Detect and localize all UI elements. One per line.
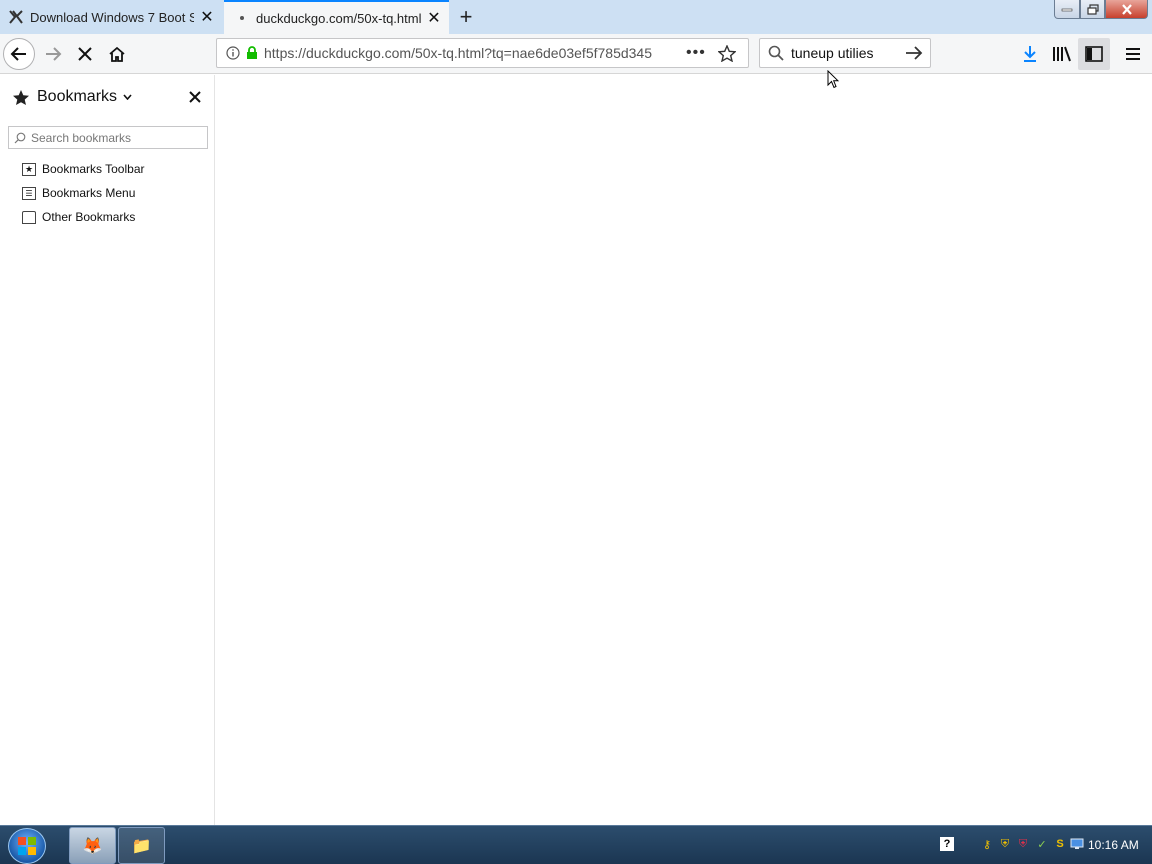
search-input[interactable]: tuneup utilies [791, 45, 899, 61]
stop-button[interactable] [69, 38, 101, 70]
star-folder-icon: ★ [22, 162, 36, 176]
taskbar-app-button[interactable]: 🦊 [69, 827, 116, 864]
info-icon[interactable] [226, 46, 240, 60]
forward-button[interactable] [37, 38, 69, 70]
bookmark-folder-label: Bookmarks Menu [42, 186, 136, 200]
library-button[interactable] [1046, 38, 1078, 70]
taskbar-clock[interactable]: 10:16 AM [1088, 838, 1139, 852]
close-sidebar-icon[interactable] [189, 91, 201, 103]
star-icon [12, 89, 30, 106]
bookmark-folder-label: Bookmarks Toolbar [42, 162, 145, 176]
tab-title: duckduckgo.com/50x-tq.html? [256, 10, 421, 26]
search-placeholder: Search bookmarks [31, 130, 132, 145]
s-app-icon[interactable]: S [1053, 837, 1067, 851]
minimize-button[interactable] [1054, 0, 1080, 19]
restore-button[interactable] [1080, 0, 1105, 19]
search-icon [14, 132, 26, 144]
page-actions-icon[interactable]: ••• [686, 44, 706, 62]
tab-title: Download Windows 7 Boot Scr [30, 9, 194, 25]
secure-lock-icon[interactable] [246, 46, 258, 60]
url-text: https://duckduckgo.com/50x-tq.html?tq=na… [264, 45, 652, 61]
display-icon[interactable] [1070, 837, 1084, 851]
windows-taskbar: 🦊 📁 ? ⚷ ⛨ ⛨ ✓ S 10:16 AM [0, 825, 1152, 864]
url-bar[interactable]: https://duckduckgo.com/50x-tq.html?tq=na… [216, 38, 749, 68]
bookmark-folder-menu[interactable]: ☰ Bookmarks Menu [22, 183, 135, 203]
x-logo-icon [8, 9, 24, 25]
key-icon[interactable]: ⚷ [980, 837, 994, 851]
bookmark-folder-other[interactable]: Other Bookmarks [22, 207, 135, 227]
search-go-icon[interactable] [905, 46, 923, 60]
back-button[interactable] [3, 38, 35, 70]
search-icon [768, 45, 784, 61]
bookmark-star-icon[interactable] [717, 44, 736, 62]
new-tab-button[interactable]: + [452, 3, 480, 31]
shield-icon[interactable]: ⛨ [998, 837, 1012, 851]
security-icon[interactable]: ⛨ [1016, 837, 1030, 851]
bookmarks-search-input[interactable]: Search bookmarks [8, 126, 208, 149]
downloads-button[interactable] [1014, 38, 1046, 70]
tab-strip: Download Windows 7 Boot Scr ✕ duckduckgo… [0, 0, 1152, 34]
sidebar-toggle-button[interactable] [1078, 38, 1110, 70]
taskbar-explorer-button[interactable]: 📁 [118, 827, 165, 864]
app-icon: 🦊 [82, 837, 103, 855]
loading-dot-icon [234, 10, 250, 26]
help-icon[interactable]: ? [940, 837, 954, 851]
close-window-button[interactable] [1105, 0, 1148, 19]
tab-download-windows[interactable]: Download Windows 7 Boot Scr ✕ [0, 0, 222, 34]
bookmark-folder-toolbar[interactable]: ★ Bookmarks Toolbar [22, 159, 145, 179]
folder-icon: 📁 [131, 837, 152, 855]
close-tab-icon[interactable]: ✕ [421, 5, 447, 31]
sidebar-header[interactable]: Bookmarks [0, 75, 215, 119]
bookmarks-sidebar: Bookmarks Search bookmarks ★ Bookmarks T… [0, 75, 215, 825]
search-bar[interactable]: tuneup utilies [759, 38, 931, 68]
tray-folder-icon [22, 210, 36, 224]
tab-duckduckgo[interactable]: duckduckgo.com/50x-tq.html? ✕ [224, 0, 449, 34]
bookmark-folder-label: Other Bookmarks [42, 210, 136, 224]
mouse-cursor-icon [827, 69, 840, 94]
chevron-down-icon[interactable] [123, 94, 132, 100]
page-content [216, 75, 1152, 825]
start-button[interactable] [8, 828, 46, 864]
sidebar-title[interactable]: Bookmarks [37, 88, 117, 106]
menu-list-icon: ☰ [22, 186, 36, 200]
navigation-toolbar: https://duckduckgo.com/50x-tq.html?tq=na… [0, 34, 1152, 74]
home-button[interactable] [101, 38, 133, 70]
hamburger-menu-button[interactable] [1117, 38, 1149, 70]
close-tab-icon[interactable]: ✕ [194, 4, 220, 30]
network-icon[interactable]: ✓ [1035, 837, 1049, 851]
